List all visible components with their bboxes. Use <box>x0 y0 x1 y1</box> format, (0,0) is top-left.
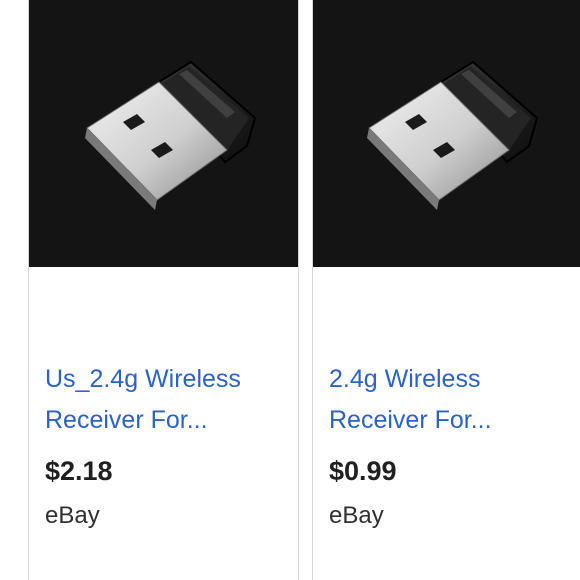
usb-receiver-icon <box>85 60 257 210</box>
shopping-results: Us_2.4g Wireless Receiver For... $2.18 e… <box>0 0 580 580</box>
usb-receiver-icon <box>367 60 539 210</box>
product-title-line: Receiver For... <box>45 406 208 434</box>
product-card[interactable]: Us_2.4g Wireless Receiver For... $2.18 e… <box>28 0 299 580</box>
product-seller: eBay <box>45 502 100 529</box>
product-card[interactable]: 2.4g Wireless Receiver For... $0.99 eBay <box>312 0 580 580</box>
product-price: $0.99 <box>329 456 397 486</box>
product-title-line: 2.4g Wireless <box>329 365 481 393</box>
product-image[interactable] <box>313 0 580 267</box>
product-title-line: Us_2.4g Wireless <box>45 365 241 393</box>
product-price: $2.18 <box>45 456 113 486</box>
product-title-link[interactable]: Us_2.4g Wireless Receiver For... <box>45 359 290 441</box>
product-image[interactable] <box>29 0 298 267</box>
product-title-link[interactable]: 2.4g Wireless Receiver For... <box>329 359 572 441</box>
product-title-line: Receiver For... <box>329 406 492 434</box>
product-seller: eBay <box>329 502 384 529</box>
